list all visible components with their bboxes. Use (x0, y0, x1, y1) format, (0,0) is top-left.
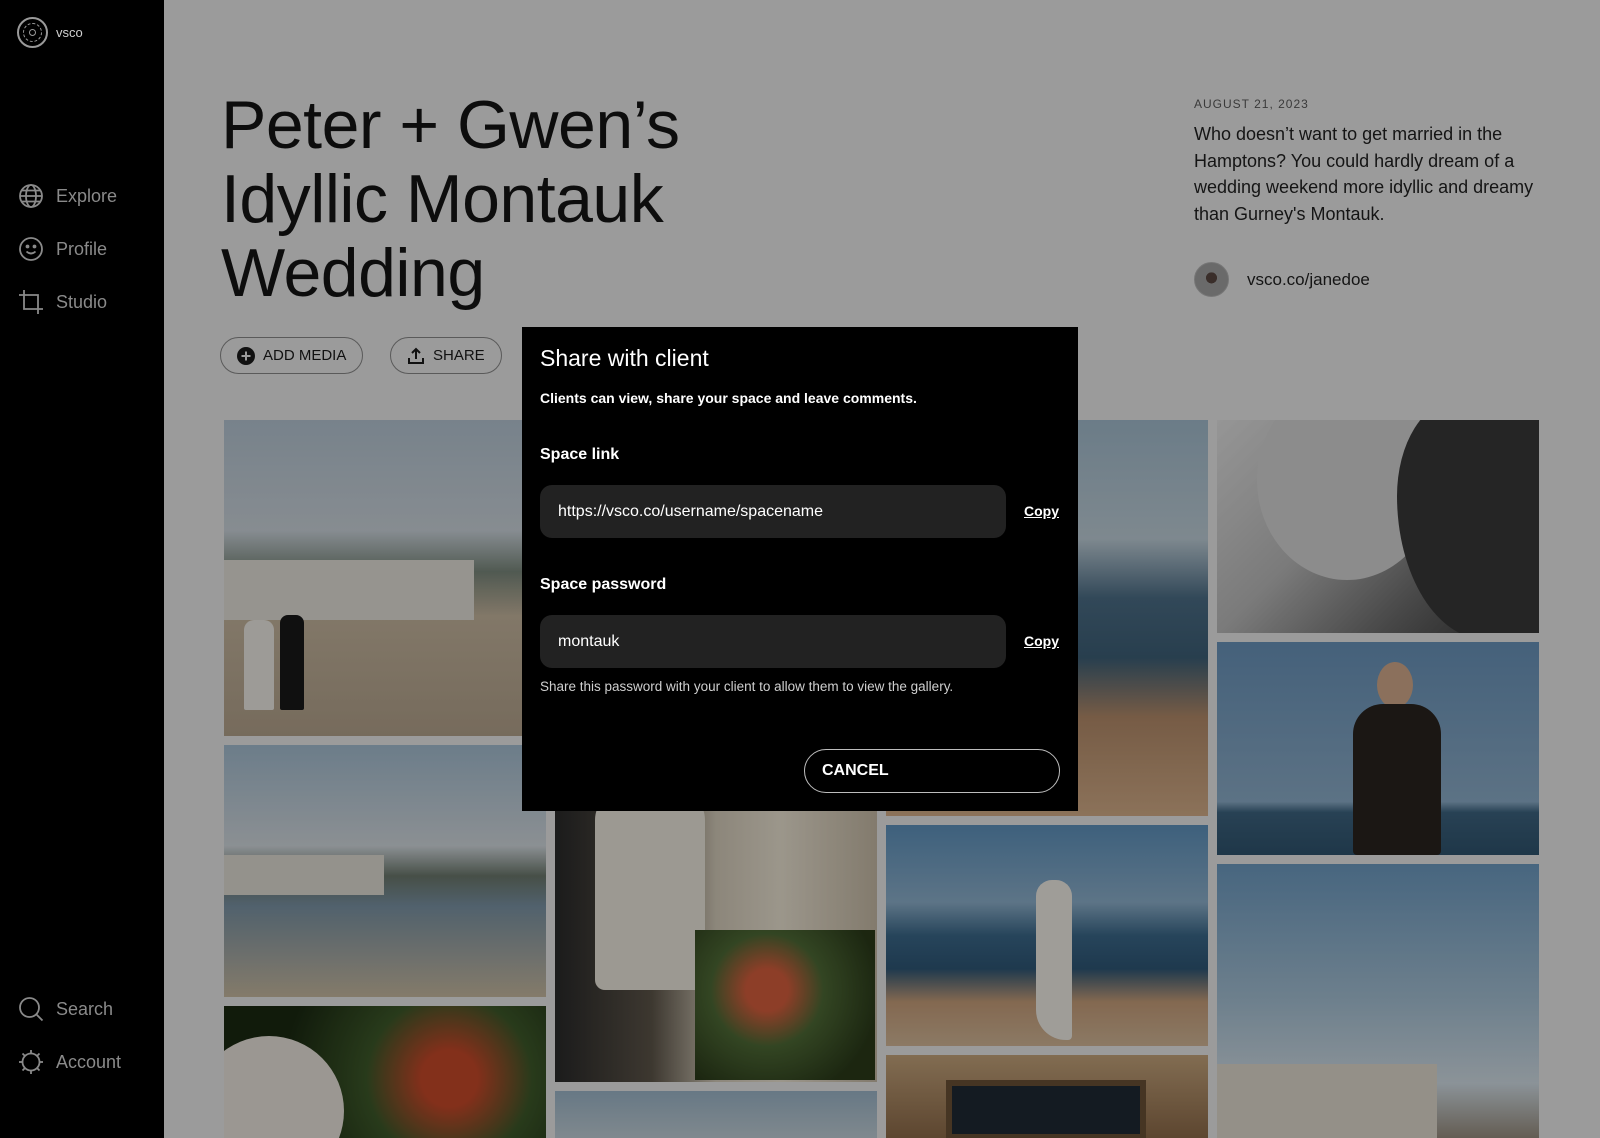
space-date: AUGUST 21, 2023 (1194, 97, 1309, 111)
smiley-icon (19, 237, 43, 261)
brand-name: vsco (56, 25, 83, 40)
space-link-field[interactable]: https://vsco.co/username/spacename (540, 485, 1006, 538)
space-password-field[interactable]: montauk (540, 615, 1006, 668)
sidebar-item-explore[interactable]: Explore (18, 183, 117, 209)
sidebar-item-account[interactable]: Account (18, 1049, 121, 1075)
sidebar-item-profile[interactable]: Profile (18, 236, 107, 262)
space-password-label: Space password (540, 576, 667, 593)
sidebar-item-label: Studio (56, 291, 108, 312)
dialog-subtitle: Clients can view, share your space and l… (540, 390, 917, 406)
gallery-photo[interactable] (555, 790, 877, 1082)
author-handle: vsco.co/janedoe (1247, 269, 1370, 289)
sidebar-item-label: Explore (56, 185, 118, 206)
share-button[interactable]: SHARE (390, 337, 502, 374)
gallery-photo[interactable] (224, 1006, 546, 1138)
gallery-photo[interactable] (1217, 642, 1539, 855)
add-media-button[interactable]: ADD MEDIA (220, 337, 364, 374)
add-media-label: ADD MEDIA (263, 347, 347, 364)
gallery-photo[interactable] (886, 1055, 1208, 1138)
sidebar-item-studio[interactable]: Studio (18, 289, 107, 315)
share-label: SHARE (433, 347, 485, 364)
space-link-label: Space link (540, 446, 620, 463)
space-title: Peter + Gwen’s Idyllic Montauk Wedding (221, 87, 680, 311)
gallery-photo[interactable] (224, 420, 546, 736)
space-description: Who doesn’t want to get married in the H… (1194, 124, 1534, 224)
add-circle-icon (237, 346, 255, 365)
copy-password-button[interactable]: Copy (1024, 633, 1059, 649)
gallery-photo[interactable] (886, 825, 1208, 1046)
crop-icon (19, 290, 43, 314)
gear-icon (19, 1050, 43, 1074)
sidebar-item-search[interactable]: Search (18, 996, 113, 1022)
cancel-button[interactable]: CANCEL (804, 749, 1060, 793)
sidebar: vsco Explore Profile Studio Search Accou… (0, 0, 164, 1138)
author-link[interactable]: vsco.co/janedoe (1194, 262, 1370, 297)
sidebar-item-label: Search (56, 998, 114, 1019)
search-icon (19, 997, 44, 1022)
password-hint: Share this password with your client to … (540, 679, 954, 694)
sidebar-item-label: Profile (56, 238, 108, 259)
vsco-logo-icon (17, 17, 48, 48)
dialog-title: Share with client (540, 345, 709, 371)
gallery-photo[interactable] (1217, 420, 1539, 633)
vsco-logo[interactable]: vsco (17, 17, 83, 48)
share-with-client-dialog: Share with client Clients can view, shar… (522, 327, 1078, 811)
sidebar-item-label: Account (56, 1051, 122, 1072)
gallery-photo[interactable] (555, 1091, 877, 1138)
copy-link-button[interactable]: Copy (1024, 503, 1059, 519)
avatar (1194, 262, 1229, 297)
globe-icon (19, 184, 43, 208)
upload-icon (408, 347, 424, 364)
gallery-photo[interactable] (224, 745, 546, 997)
gallery-photo[interactable] (1217, 864, 1539, 1138)
